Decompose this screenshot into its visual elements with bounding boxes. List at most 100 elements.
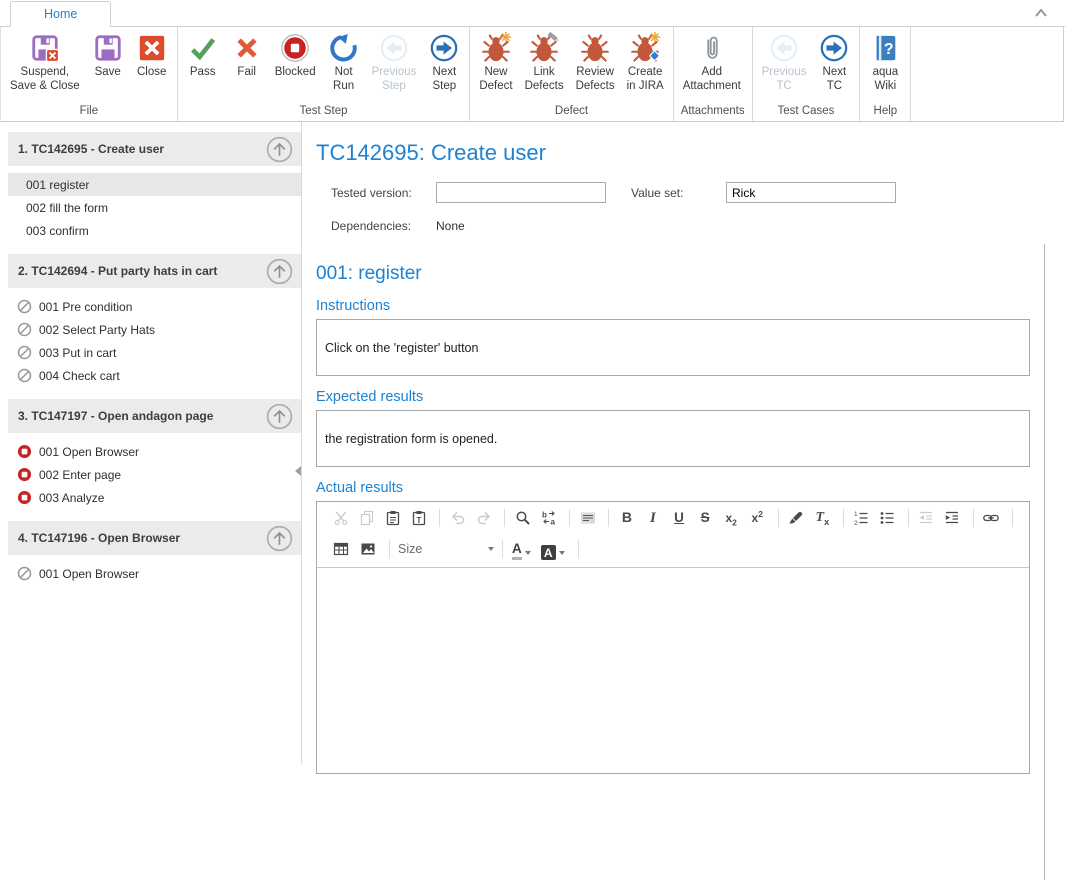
test-case-header[interactable]: 1. TC142695 - Create user: [8, 132, 301, 166]
ribbon-button-suspend-save-close[interactable]: Suspend,Save & Close: [4, 30, 86, 93]
toolbar-separator: [389, 540, 390, 558]
ribbon-button-create-in-jira[interactable]: Createin JIRA: [621, 30, 670, 93]
add-attachment-icon: [696, 32, 728, 64]
font-size-dropdown[interactable]: Size: [398, 538, 494, 560]
ribbon-button-link-defects[interactable]: LinkDefects: [519, 30, 570, 93]
ribbon-button-label: PreviousTC: [762, 66, 807, 93]
test-step-item[interactable]: 002 fill the form: [8, 196, 301, 219]
scroll-to-top-icon[interactable]: [266, 525, 293, 552]
ribbon-button-blocked[interactable]: Blocked: [269, 30, 322, 80]
strikethrough-button[interactable]: S: [694, 507, 717, 529]
copy-icon: [359, 510, 375, 526]
underline-button[interactable]: U: [668, 507, 691, 529]
paste-from-word-button[interactable]: T: [407, 507, 430, 529]
replace-button[interactable]: ba: [537, 507, 560, 529]
ribbon-button-fail[interactable]: Fail: [225, 30, 269, 80]
test-case-title: 3. TC147197 - Open andagon page: [18, 409, 213, 423]
test-step-item[interactable]: 001 Open Browser: [8, 562, 301, 585]
ribbon-button-aqua-wiki[interactable]: ?aquaWiki: [863, 30, 907, 93]
actual-results-textarea[interactable]: [317, 567, 1029, 773]
test-step-item[interactable]: 001 Open Browser: [8, 440, 301, 463]
toolbar-separator: [502, 540, 503, 558]
scroll-to-top-icon[interactable]: [266, 258, 293, 285]
toolbar-separator: [973, 509, 974, 527]
undo-button: [446, 507, 469, 529]
toolbar-separator: [578, 540, 579, 558]
test-step-label: 001 register: [26, 178, 89, 192]
ribbon-button-label: Pass: [190, 66, 216, 80]
ribbon-button-save[interactable]: Save: [86, 30, 130, 80]
scroll-to-top-icon[interactable]: [266, 403, 293, 430]
test-step-item[interactable]: 003 Put in cart: [8, 341, 301, 364]
test-step-item[interactable]: 001 register: [8, 173, 301, 196]
bold-button[interactable]: B: [615, 507, 638, 529]
toolbar-separator: [778, 509, 779, 527]
toolbar-separator: [908, 509, 909, 527]
ribbon-button-close[interactable]: Close: [130, 30, 174, 80]
select-all-button[interactable]: [576, 507, 599, 529]
link-button[interactable]: [980, 507, 1003, 529]
test-step-label: 003 Put in cart: [39, 346, 116, 360]
ribbon-button-label: Save: [95, 66, 121, 80]
decrease-indent-icon: [918, 510, 934, 526]
collapse-panel-icon[interactable]: [295, 466, 301, 476]
ribbon-button-review-defects[interactable]: ReviewDefects: [570, 30, 621, 93]
scroll-to-top-icon[interactable]: [266, 136, 293, 163]
text-color-icon: A: [512, 542, 522, 560]
ribbon-group-label: Defect: [473, 105, 669, 121]
background-color-button[interactable]: A: [538, 538, 568, 560]
value-set-input[interactable]: [726, 182, 896, 203]
test-step-label: 002 Select Party Hats: [39, 323, 155, 337]
ribbon-button-next-tc[interactable]: NextTC: [812, 30, 856, 93]
step-detail-panel: TC142695: Create user Tested version: Va…: [302, 122, 1065, 764]
test-step-item[interactable]: 003 confirm: [8, 219, 301, 242]
ribbon-button-next-step[interactable]: NextStep: [422, 30, 466, 93]
ribbon-button-add-attachment[interactable]: AddAttachment: [677, 30, 747, 93]
subscript-button[interactable]: x2: [720, 507, 743, 529]
cut-icon: [333, 510, 349, 526]
ribbon-tab-row: Home: [0, 0, 1065, 27]
chevron-up-icon[interactable]: [1033, 6, 1049, 20]
svg-text:b: b: [542, 511, 547, 520]
remove-format-button[interactable]: Tx: [811, 507, 834, 529]
superscript-button[interactable]: x2: [746, 507, 769, 529]
test-case-group: 4. TC147196 - Open Browser 001 Open Brows…: [8, 521, 301, 585]
new-defect-icon: [480, 32, 512, 64]
ribbon-button-label: AddAttachment: [683, 66, 741, 93]
test-case-header[interactable]: 3. TC147197 - Open andagon page: [8, 399, 301, 433]
test-step-item[interactable]: 003 Analyze: [8, 486, 301, 509]
text-color-button[interactable]: A: [509, 538, 534, 560]
numbered-list-button[interactable]: 12: [850, 507, 873, 529]
expected-results-box[interactable]: the registration form is opened.: [316, 410, 1030, 467]
test-step-item[interactable]: 004 Check cart: [8, 364, 301, 387]
tab-home[interactable]: Home: [10, 1, 111, 27]
test-case-header[interactable]: 2. TC142694 - Put party hats in cart: [8, 254, 301, 288]
image-button[interactable]: [356, 538, 380, 560]
table-button[interactable]: [329, 538, 353, 560]
test-step-item[interactable]: 002 Enter page: [8, 463, 301, 486]
paste-button[interactable]: [381, 507, 404, 529]
bulleted-list-button[interactable]: [876, 507, 899, 529]
ribbon-button-label: Blocked: [275, 66, 316, 80]
instructions-box[interactable]: Click on the 'register' button: [316, 319, 1030, 376]
find-button[interactable]: [511, 507, 534, 529]
ribbon-button-pass[interactable]: Pass: [181, 30, 225, 80]
tested-version-input[interactable]: [436, 182, 606, 203]
test-step-item[interactable]: 001 Pre condition: [8, 295, 301, 318]
increase-indent-button[interactable]: [941, 507, 964, 529]
italic-icon: I: [650, 509, 656, 527]
expected-results-heading: Expected results: [316, 389, 1030, 405]
ribbon-button-label: aquaWiki: [873, 66, 899, 93]
test-case-header[interactable]: 4. TC147196 - Open Browser: [8, 521, 301, 555]
ribbon-button-previous-tc: PreviousTC: [756, 30, 813, 93]
ribbon-button-new-defect[interactable]: NewDefect: [473, 30, 518, 93]
test-step-item[interactable]: 002 Select Party Hats: [8, 318, 301, 341]
ribbon-button-not-run[interactable]: NotRun: [322, 30, 366, 93]
previous-tc-icon: [768, 32, 800, 64]
copy-formatting-button[interactable]: [785, 507, 808, 529]
toolbar-separator: [843, 509, 844, 527]
superscript-icon: x2: [752, 509, 763, 527]
remove-format-icon: Tx: [816, 508, 830, 527]
italic-button[interactable]: I: [641, 507, 664, 529]
actual-results-heading: Actual results: [316, 480, 1030, 496]
